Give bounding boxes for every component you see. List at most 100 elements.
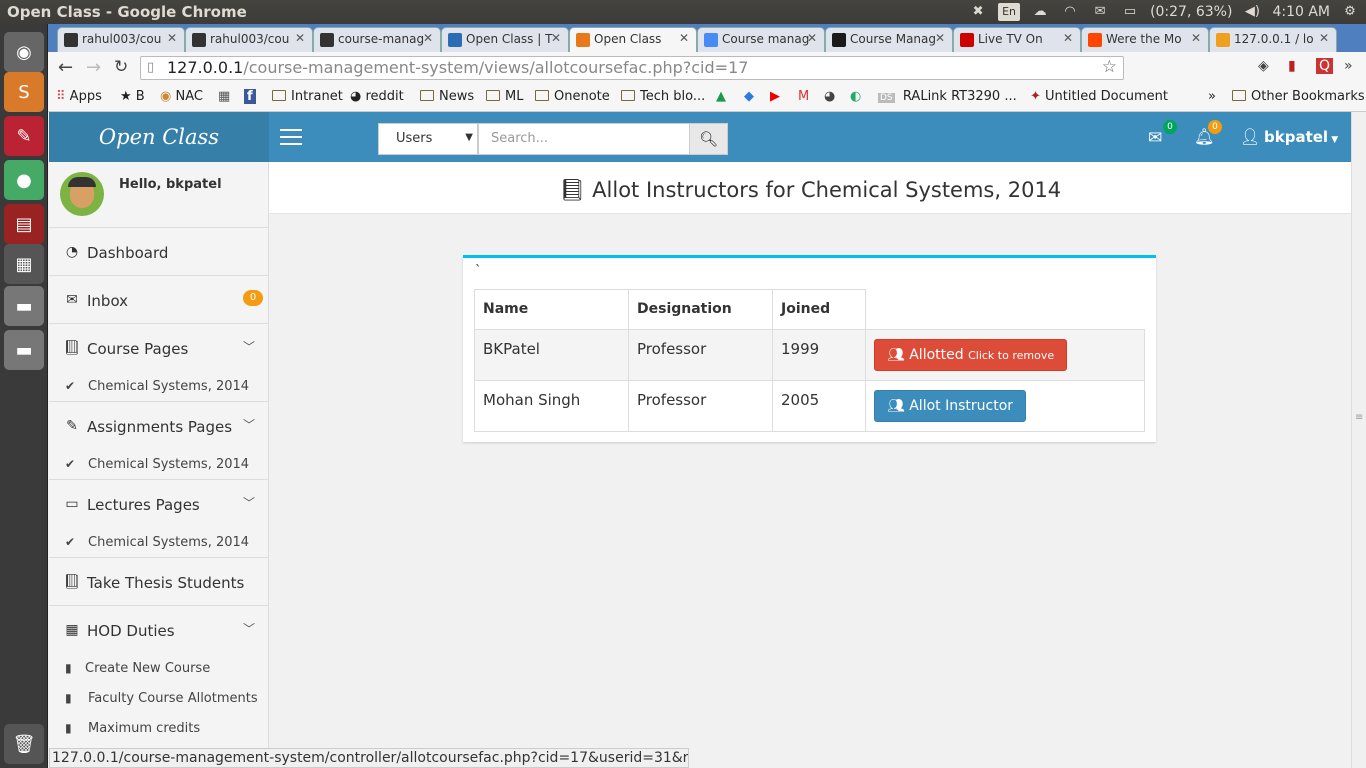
bookmark-apps[interactable]: ⠿ Apps [56, 89, 102, 104]
keyboard-layout[interactable]: En [998, 3, 1021, 21]
search-button[interactable]: 🔍︎ [689, 123, 728, 155]
browser-tab[interactable]: rahul003/cou ✕ [185, 27, 313, 52]
bookmark-nac[interactable]: ◉ NAC [160, 89, 203, 104]
bookmark-folder-tech[interactable]: Tech blo... [621, 89, 705, 104]
browser-tab[interactable]: Course manag ✕ [697, 27, 825, 52]
bookmark-reddit[interactable]: ◕ reddit [350, 89, 404, 104]
bookmark-folder-onenote[interactable]: Onenote [535, 89, 610, 104]
browser-tab[interactable]: Live TV On ✕ [953, 27, 1081, 52]
reddit-icon[interactable]: ◕ [824, 89, 835, 104]
wifi-icon[interactable]: ◠ [1060, 4, 1080, 20]
sidebar-item-lectures-pages[interactable]: ▭ Lectures Pages [49, 496, 268, 514]
quora-icon[interactable]: Q [1316, 58, 1334, 74]
dropbox-icon[interactable]: ✖ [968, 4, 988, 20]
bookmark-star-icon[interactable]: ☆ [1102, 57, 1117, 77]
close-icon[interactable]: ✕ [423, 31, 433, 45]
close-icon[interactable]: ✕ [295, 31, 305, 45]
close-icon[interactable]: ✕ [167, 31, 177, 45]
clock[interactable]: 4:10 AM [1272, 4, 1330, 20]
chevron-down-icon[interactable]: ﹀ [243, 620, 255, 637]
xampp-icon [576, 33, 590, 47]
bookmark-folder-ml[interactable]: ML [486, 89, 523, 104]
facebook-icon[interactable]: f [244, 89, 256, 104]
extension-icon[interactable]: ◈ [1258, 58, 1269, 74]
settings-icon[interactable]: ✎ [4, 116, 44, 156]
search-scope-select[interactable]: Users ▼ [378, 123, 478, 155]
bookmark-folder-news[interactable]: News [420, 89, 474, 104]
close-icon[interactable]: ✕ [935, 31, 945, 45]
sidebar-item-course-pages[interactable]: 📕︎ Course Pages [49, 340, 268, 358]
sidebar-item-hod-duties[interactable]: ▦ HOD Duties [49, 622, 268, 640]
chrome-icon[interactable]: ● [4, 160, 44, 200]
bookmark-icon[interactable]: ▦ [218, 89, 230, 104]
extension-icon[interactable]: ▮ [1288, 58, 1296, 74]
sidebar-subitem-lectures[interactable]: ✔ Chemical Systems, 2014 [49, 535, 249, 550]
address-bar[interactable]: ▯ 127.0.0.1/course-management-system/vie… [140, 56, 1124, 80]
extension-icon[interactable]: ◐ [850, 89, 861, 104]
forward-icon[interactable]: → [86, 57, 101, 78]
files-icon[interactable]: ▤ [4, 204, 44, 244]
sidebar-item-inbox[interactable]: ✉ Inbox [49, 292, 268, 310]
sidebar-subitem-create-course[interactable]: ▮ Create New Course [49, 661, 210, 676]
cloud-icon[interactable]: ☁ [1030, 4, 1050, 20]
bookmark-untitled[interactable]: ✦ Untitled Document [1030, 89, 1168, 104]
drive-icon[interactable]: ▬ [4, 330, 44, 370]
sublime-icon[interactable]: S [4, 72, 44, 112]
battery-text[interactable]: (0:27, 63%) [1150, 4, 1232, 20]
drive-icon[interactable]: ▬ [4, 286, 44, 326]
chevron-down-icon[interactable]: ﹀ [243, 416, 255, 433]
scrollbar[interactable]: ≡ [1351, 112, 1366, 768]
gear-icon[interactable]: ⚙ [1340, 4, 1360, 20]
bookmark-folder-intranet[interactable]: Intranet [272, 89, 343, 104]
user-icon[interactable]: 👤︎ [1240, 127, 1260, 146]
sidebar-subitem-faculty-allotments[interactable]: ▮ Faculty Course Allotments [49, 691, 258, 706]
close-icon[interactable]: ✕ [1063, 31, 1073, 45]
close-icon[interactable]: ✕ [807, 31, 817, 45]
trash-icon[interactable]: 🗑 [4, 724, 44, 764]
back-icon[interactable]: ← [58, 57, 73, 78]
google-icon [704, 33, 718, 47]
chevron-down-icon[interactable]: ﹀ [243, 338, 255, 355]
chevron-right-icon[interactable]: » [1344, 58, 1353, 74]
close-icon[interactable]: ✕ [679, 31, 689, 45]
sidebar-subitem-assignments[interactable]: ✔ Chemical Systems, 2014 [49, 457, 249, 472]
messages-icon[interactable]: ✉ [1148, 128, 1162, 148]
brand-logo[interactable]: Open Class [49, 112, 269, 162]
browser-tab[interactable]: Were the Mo ✕ [1081, 27, 1209, 52]
drive-icon[interactable]: ▲ [716, 89, 726, 104]
remove-allotment-button[interactable]: 👥︎ Allotted Click to remove [874, 339, 1068, 371]
sidebar-subitem-max-credits[interactable]: ▮ Maximum credits [49, 721, 200, 736]
bookmark-b[interactable]: ★ B [120, 89, 145, 104]
bookmark-other[interactable]: Other Bookmarks [1232, 89, 1365, 104]
browser-tab-active[interactable]: Open Class ✕ [569, 27, 697, 52]
chevron-down-icon[interactable]: ﹀ [243, 494, 255, 511]
browser-tab[interactable]: 127.0.0.1 / lo ✕ [1209, 27, 1337, 52]
sidebar-item-assignments-pages[interactable]: ✎ Assignments Pages [49, 418, 268, 436]
chevron-right-icon[interactable]: » [1208, 89, 1216, 104]
youtube-icon[interactable]: ▶ [770, 89, 780, 104]
dash-icon[interactable]: ◉ [4, 32, 44, 72]
bookmark-ralink[interactable]: DS RALink RT3290 ... [878, 89, 1017, 104]
dropbox-icon[interactable]: ◆ [744, 89, 754, 104]
close-icon[interactable]: ✕ [1319, 31, 1329, 45]
close-icon[interactable]: ✕ [1191, 31, 1201, 45]
allot-instructor-button[interactable]: 👥︎ Allot Instructor [874, 390, 1027, 422]
sidebar-item-dashboard[interactable]: ◔ Dashboard [49, 244, 268, 262]
sidebar-item-thesis[interactable]: 📕︎ Take Thesis Students [49, 574, 268, 592]
battery-icon[interactable]: ▭ [1120, 4, 1140, 20]
sidebar-toggle-icon[interactable] [280, 129, 302, 145]
sidebar-subitem-course[interactable]: ✔ Chemical Systems, 2014 [49, 379, 249, 394]
reload-icon[interactable]: ↻ [114, 57, 128, 77]
mail-icon[interactable]: ✉ [1090, 4, 1110, 20]
browser-tab[interactable]: course-manag ✕ [313, 27, 441, 52]
volume-icon[interactable]: ◀) [1242, 4, 1262, 20]
gmail-icon[interactable]: M [798, 89, 809, 104]
folder-icon: ▭ [65, 496, 79, 512]
user-menu[interactable]: bkpatel ▼ [1264, 128, 1338, 146]
browser-tab[interactable]: Open Class | T ✕ [441, 27, 569, 52]
workspace-icon[interactable]: ▦ [4, 244, 44, 284]
close-icon[interactable]: ✕ [551, 31, 561, 45]
browser-tab[interactable]: Course Manag ✕ [825, 27, 953, 52]
search-input[interactable]: Search... [478, 123, 690, 155]
browser-tab[interactable]: rahul003/cou ✕ [57, 27, 185, 52]
